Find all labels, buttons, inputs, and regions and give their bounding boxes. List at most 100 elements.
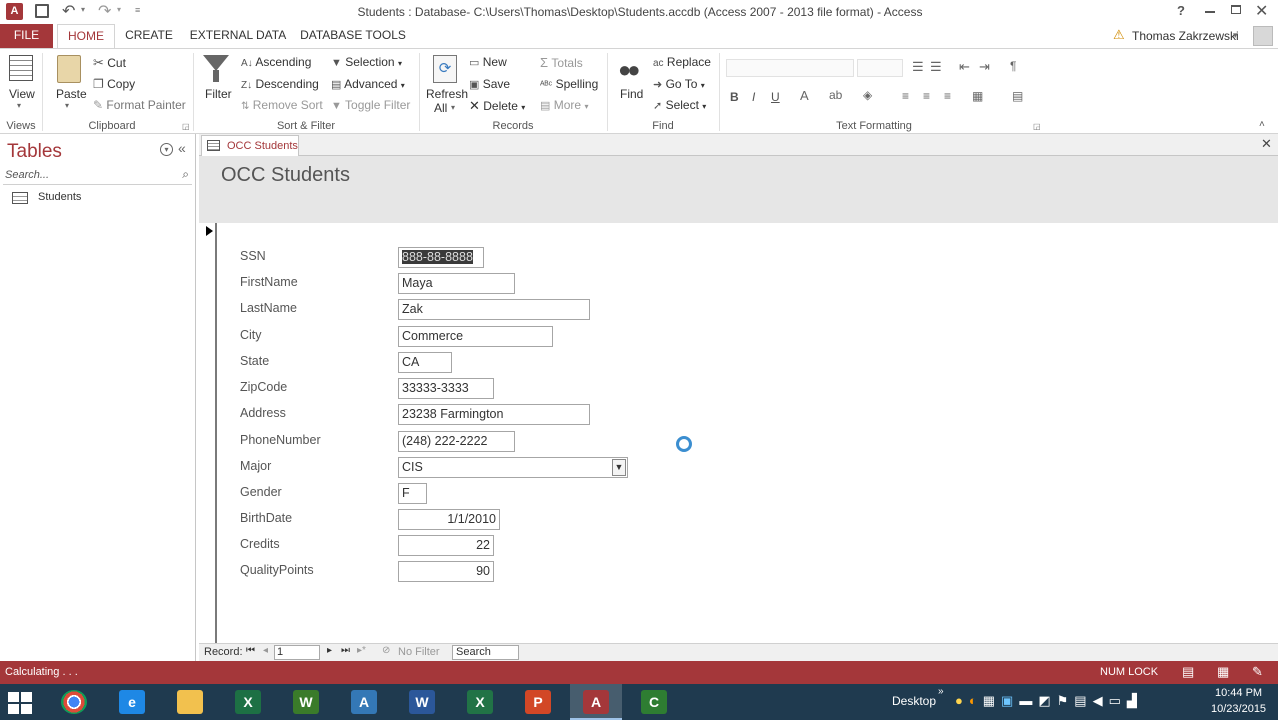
field-input-birthdate[interactable]: 1/1/2010 xyxy=(398,509,500,530)
user-name[interactable]: Thomas Zakrzewski xyxy=(1132,29,1239,43)
goto-button[interactable]: ➜ Go To ▾ xyxy=(653,77,705,91)
form-view-icon[interactable]: ▤ xyxy=(1182,664,1194,680)
numbering-icon[interactable]: ☰ xyxy=(930,59,942,75)
dialog-launcher-icon[interactable]: ◲ xyxy=(182,122,190,131)
tab-home[interactable]: HOME xyxy=(57,24,115,49)
user-dropdown-icon[interactable]: ▾ xyxy=(1233,30,1238,41)
taskbar-app-paint[interactable]: A xyxy=(338,684,390,720)
field-input-gender[interactable]: F xyxy=(398,483,427,504)
gridlines-icon[interactable]: ▦ xyxy=(972,89,983,103)
binoculars-icon[interactable]: ●● xyxy=(618,57,640,83)
field-input-firstname[interactable]: Maya xyxy=(398,273,515,294)
selection-button[interactable]: ▼ Selection ▾ xyxy=(331,55,402,69)
taskbar-app-explorer[interactable] xyxy=(164,684,216,720)
new-blank-record-icon[interactable]: ▸* xyxy=(357,645,366,656)
field-input-qualitypoints[interactable]: 90 xyxy=(398,561,494,582)
avatar[interactable] xyxy=(1253,26,1273,46)
replace-button[interactable]: ac Replace xyxy=(653,55,711,69)
datasheet-view-icon[interactable]: ▦ xyxy=(1217,664,1229,680)
align-right-icon[interactable]: ≡ xyxy=(944,89,951,103)
funnel-icon[interactable] xyxy=(203,55,229,71)
paste-button[interactable]: Paste xyxy=(56,87,87,101)
view-icon[interactable] xyxy=(9,55,33,81)
bullets-icon[interactable]: ☰ xyxy=(912,59,924,75)
align-center-icon[interactable]: ≡ xyxy=(923,89,930,103)
undo-dropdown-icon[interactable]: ▾ xyxy=(81,5,85,14)
customize-toolbar-icon[interactable]: ≡ xyxy=(135,5,140,15)
tray-icon[interactable]: ◐ xyxy=(969,693,983,708)
font-color-icon[interactable]: A xyxy=(800,88,809,103)
field-input-phonenumber[interactable]: (248) 222-2222 xyxy=(398,431,515,452)
taskbar-app-chrome[interactable] xyxy=(48,684,100,720)
collapse-ribbon-icon[interactable]: ˄ xyxy=(1259,119,1265,130)
field-input-lastname[interactable]: Zak xyxy=(398,299,590,320)
highlight-icon[interactable]: ab xyxy=(829,88,842,102)
refresh-dropdown-icon[interactable]: ▾ xyxy=(451,103,455,112)
spelling-button[interactable]: ᴬᴮᶜ Spelling xyxy=(540,77,598,91)
fill-color-icon[interactable]: ◈ xyxy=(863,88,872,102)
more-button[interactable]: ▤ More ▾ xyxy=(540,98,588,112)
access-app-icon[interactable]: A xyxy=(6,3,23,20)
paste-icon[interactable] xyxy=(57,55,81,83)
record-search-input[interactable]: Search xyxy=(452,645,519,660)
major-dropdown-icon[interactable]: ▼ xyxy=(612,459,626,476)
paste-dropdown-icon[interactable]: ▾ xyxy=(65,101,69,110)
bold-button[interactable]: B xyxy=(730,90,739,104)
last-record-icon[interactable]: ⏭ xyxy=(341,645,350,656)
indent-decrease-icon[interactable]: ⇤ xyxy=(959,59,970,75)
nav-menu-icon[interactable]: ▾ xyxy=(160,143,173,156)
delete-record-button[interactable]: ✕ Delete ▾ xyxy=(469,98,525,114)
taskbar-app-wordperfect[interactable]: W xyxy=(280,684,332,720)
font-size-dropdown[interactable] xyxy=(857,59,903,77)
keyboard-icon[interactable]: ▭ xyxy=(1109,693,1127,708)
paragraph-direction-icon[interactable]: ¶ xyxy=(1010,59,1016,73)
design-view-icon[interactable]: ✎ xyxy=(1252,664,1263,680)
no-filter-label[interactable]: No Filter xyxy=(398,646,440,658)
volume-icon[interactable]: ◀ xyxy=(1093,693,1109,708)
close-document-icon[interactable]: ✕ xyxy=(1261,136,1272,152)
field-input-major[interactable]: CIS ▼ xyxy=(398,457,628,478)
copy-button[interactable]: ❐ Copy xyxy=(93,77,135,91)
cut-button[interactable]: ✂ Cut xyxy=(93,55,126,71)
taskbar-app-powerpoint[interactable]: P xyxy=(512,684,564,720)
redo-dropdown-icon[interactable]: ▾ xyxy=(117,5,121,14)
tab-database-tools[interactable]: DATABASE TOOLS xyxy=(298,24,408,48)
field-input-address[interactable]: 23238 Farmington xyxy=(398,404,590,425)
taskbar-app-ie[interactable]: e xyxy=(106,684,158,720)
field-input-ssn[interactable]: 888-88-8888 xyxy=(398,247,484,268)
filter-button[interactable]: Filter xyxy=(205,87,232,101)
field-input-credits[interactable]: 22 xyxy=(398,535,494,556)
previous-record-icon[interactable]: ◂ xyxy=(263,645,268,656)
first-record-icon[interactable]: ⏮ xyxy=(246,645,255,656)
desktop-toolbar-label[interactable]: Desktop xyxy=(892,694,936,708)
save-quick-icon[interactable] xyxy=(35,4,49,18)
next-record-icon[interactable]: ▸ xyxy=(327,645,332,656)
close-window-icon[interactable]: ✕ xyxy=(1255,1,1268,21)
field-input-state[interactable]: CA xyxy=(398,352,452,373)
tab-external-data[interactable]: EXTERNAL DATA xyxy=(186,24,290,48)
tray-icon[interactable]: ▣ xyxy=(1001,693,1019,708)
tray-icon[interactable]: ▦ xyxy=(983,693,1001,708)
view-button[interactable]: View xyxy=(9,87,35,101)
tab-occ-students[interactable]: OCC Students xyxy=(201,135,299,156)
nav-search-input[interactable]: Search... ⌕ xyxy=(3,167,192,185)
tab-create[interactable]: CREATE xyxy=(120,24,178,48)
help-button[interactable]: ? xyxy=(1177,3,1185,18)
view-dropdown-icon[interactable]: ▾ xyxy=(17,101,21,110)
find-button[interactable]: Find xyxy=(620,87,643,101)
format-painter-button[interactable]: ✎ Format Painter xyxy=(93,98,186,112)
indent-increase-icon[interactable]: ⇥ xyxy=(979,59,990,75)
clock-time[interactable]: 10:44 PM xyxy=(1215,687,1262,699)
align-left-icon[interactable]: ≡ xyxy=(902,89,909,103)
advanced-button[interactable]: ▤ Advanced ▾ xyxy=(331,77,405,91)
alternate-row-color-icon[interactable]: ▤ xyxy=(1012,89,1023,103)
dialog-launcher-icon[interactable]: ◲ xyxy=(1033,122,1041,131)
descending-button[interactable]: Z↓ Descending xyxy=(241,77,319,91)
refresh-all-button[interactable]: Refresh xyxy=(426,87,468,101)
taskbar-app-access[interactable]: A xyxy=(570,684,622,720)
taskbar-app-camtasia[interactable]: C xyxy=(628,684,680,720)
tray-icon[interactable]: ▬ xyxy=(1019,693,1038,708)
search-icon[interactable]: ⌕ xyxy=(182,167,189,182)
field-input-city[interactable]: Commerce xyxy=(398,326,553,347)
select-button[interactable]: ➚ Select ▾ xyxy=(653,98,706,112)
